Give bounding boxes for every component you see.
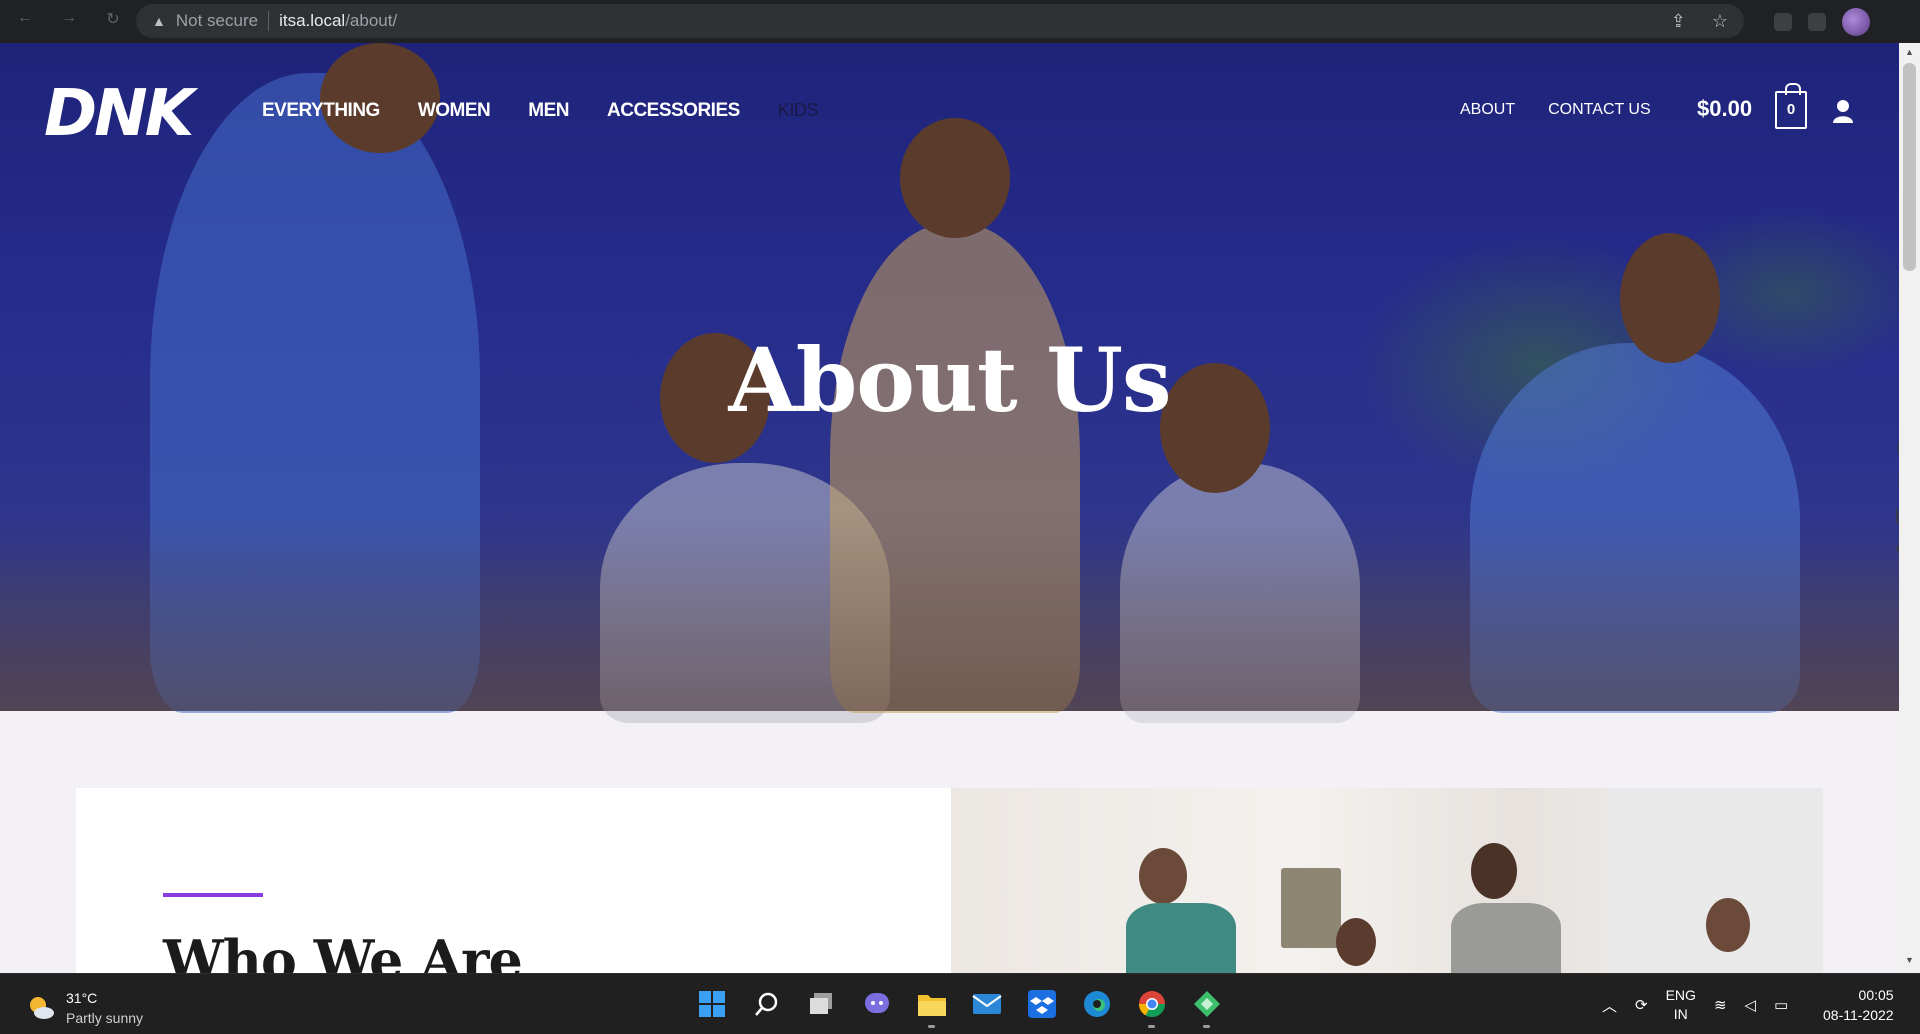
taskbar-apps — [694, 986, 1224, 1028]
region-code: IN — [1673, 1006, 1688, 1022]
hero-photo-floor — [0, 511, 1899, 711]
running-indicator — [1203, 1025, 1210, 1028]
back-icon[interactable]: ← — [14, 9, 36, 29]
nav-item-accessories[interactable]: ACCESSORIES — [607, 100, 740, 122]
start-icon[interactable] — [694, 986, 729, 1021]
team-photo-person — [1126, 903, 1236, 973]
site-logo[interactable]: DNK — [44, 77, 194, 151]
account-icon[interactable] — [1832, 99, 1854, 123]
running-indicator — [928, 1025, 935, 1028]
nav-item-everything[interactable]: EVERYTHING — [262, 100, 380, 122]
sync-icon[interactable]: ⟳ — [1635, 996, 1648, 1014]
team-photo-head — [1139, 848, 1187, 904]
weather-desc: Partly sunny — [66, 1010, 144, 1026]
nav-item-contact[interactable]: CONTACT US — [1548, 101, 1651, 119]
nav-item-about[interactable]: ABOUT — [1460, 101, 1515, 119]
extension-icon[interactable] — [1808, 13, 1826, 31]
url-host[interactable]: itsa.local — [279, 11, 345, 31]
extension-icon[interactable] — [1774, 13, 1792, 31]
warning-icon[interactable]: ▲ — [152, 13, 166, 29]
secondary-nav: ABOUT CONTACT US — [1460, 101, 1651, 119]
scroll-down-icon[interactable]: ▼ — [1905, 955, 1914, 965]
volume-icon[interactable]: ◁ — [1745, 996, 1757, 1014]
team-photo-frame — [1281, 868, 1341, 948]
browser-nav-buttons: ← → ↻ — [14, 9, 124, 29]
language-indicator[interactable]: ENG IN — [1666, 986, 1696, 1024]
address-bar[interactable]: ▲ Not secure itsa.local/about/ ⇪ ☆ — [136, 4, 1744, 38]
nav-item-women[interactable]: WOMEN — [418, 100, 491, 122]
system-tray: ︿ ⟳ ENG IN ≋ ◁ ▭ — [1602, 986, 1788, 1024]
section-accent-bar — [163, 893, 263, 897]
cart-icon[interactable]: 0 — [1775, 83, 1807, 129]
weather-temp: 31°C — [66, 990, 98, 1006]
app-icon[interactable] — [1189, 986, 1224, 1028]
clock-time: 00:05 — [1858, 987, 1894, 1003]
page-scrollbar[interactable]: ▲ ▼ — [1899, 43, 1920, 973]
windows-taskbar: 31°C Partly sunny ︿ ⟳ ENG IN ≋ ◁ ▭ 00:05… — [0, 973, 1920, 1034]
file-explorer-icon[interactable] — [914, 986, 949, 1028]
section-title: Who We Are — [163, 928, 523, 973]
cart-count: 0 — [1786, 101, 1796, 118]
url-path[interactable]: /about/ — [345, 11, 397, 31]
who-we-are-section: Who We Are — [76, 788, 1823, 973]
edge-icon[interactable] — [1079, 986, 1114, 1021]
scroll-thumb[interactable] — [1903, 63, 1916, 271]
cart-total[interactable]: $0.00 — [1697, 96, 1752, 122]
team-photo-head — [1706, 898, 1750, 952]
task-view-icon[interactable] — [804, 986, 839, 1021]
team-photo-person — [1451, 903, 1561, 973]
main-nav: EVERYTHING WOMEN MEN ACCESSORIES KIDS — [262, 100, 818, 122]
battery-icon[interactable]: ▭ — [1774, 996, 1788, 1014]
running-indicator — [1148, 1025, 1155, 1028]
address-divider — [268, 11, 270, 31]
browser-toolbar: ← → ↻ ▲ Not secure itsa.local/about/ ⇪ ☆ — [0, 0, 1920, 43]
clock-date: 08-11-2022 — [1823, 1007, 1894, 1023]
dropbox-icon[interactable] — [1024, 986, 1059, 1021]
forward-icon[interactable]: → — [58, 9, 80, 29]
reload-icon[interactable]: ↻ — [102, 9, 124, 29]
team-photo-head — [1471, 843, 1517, 899]
chevron-up-icon[interactable]: ︿ — [1602, 995, 1617, 1016]
partly-sunny-icon — [30, 997, 54, 1019]
clock[interactable]: 00:05 08-11-2022 — [1823, 985, 1894, 1025]
nav-item-kids[interactable]: KIDS — [778, 100, 819, 122]
page-title: About Us — [728, 328, 1171, 432]
extensions-area — [1774, 8, 1870, 36]
mail-icon[interactable] — [969, 986, 1004, 1021]
team-photo — [951, 788, 1823, 973]
chat-icon[interactable] — [859, 986, 894, 1021]
scroll-up-icon[interactable]: ▲ — [1905, 47, 1914, 57]
site-header: DNK EVERYTHING WOMEN MEN ACCESSORIES KID… — [0, 43, 1899, 173]
language-code: ENG — [1665, 987, 1696, 1003]
wifi-icon[interactable]: ≋ — [1714, 996, 1727, 1014]
chrome-icon[interactable] — [1134, 986, 1169, 1028]
profile-avatar[interactable] — [1842, 8, 1870, 36]
search-icon[interactable] — [749, 986, 784, 1021]
page-viewport: About Us DNK EVERYTHING WOMEN MEN ACCESS… — [0, 43, 1920, 973]
nav-item-men[interactable]: MEN — [528, 100, 569, 122]
bookmark-star-icon[interactable]: ☆ — [1712, 11, 1728, 32]
weather-widget[interactable]: 31°C Partly sunny — [26, 988, 143, 1028]
team-photo-head — [1336, 918, 1376, 966]
share-icon[interactable]: ⇪ — [1671, 11, 1686, 32]
security-label[interactable]: Not secure — [176, 11, 258, 31]
